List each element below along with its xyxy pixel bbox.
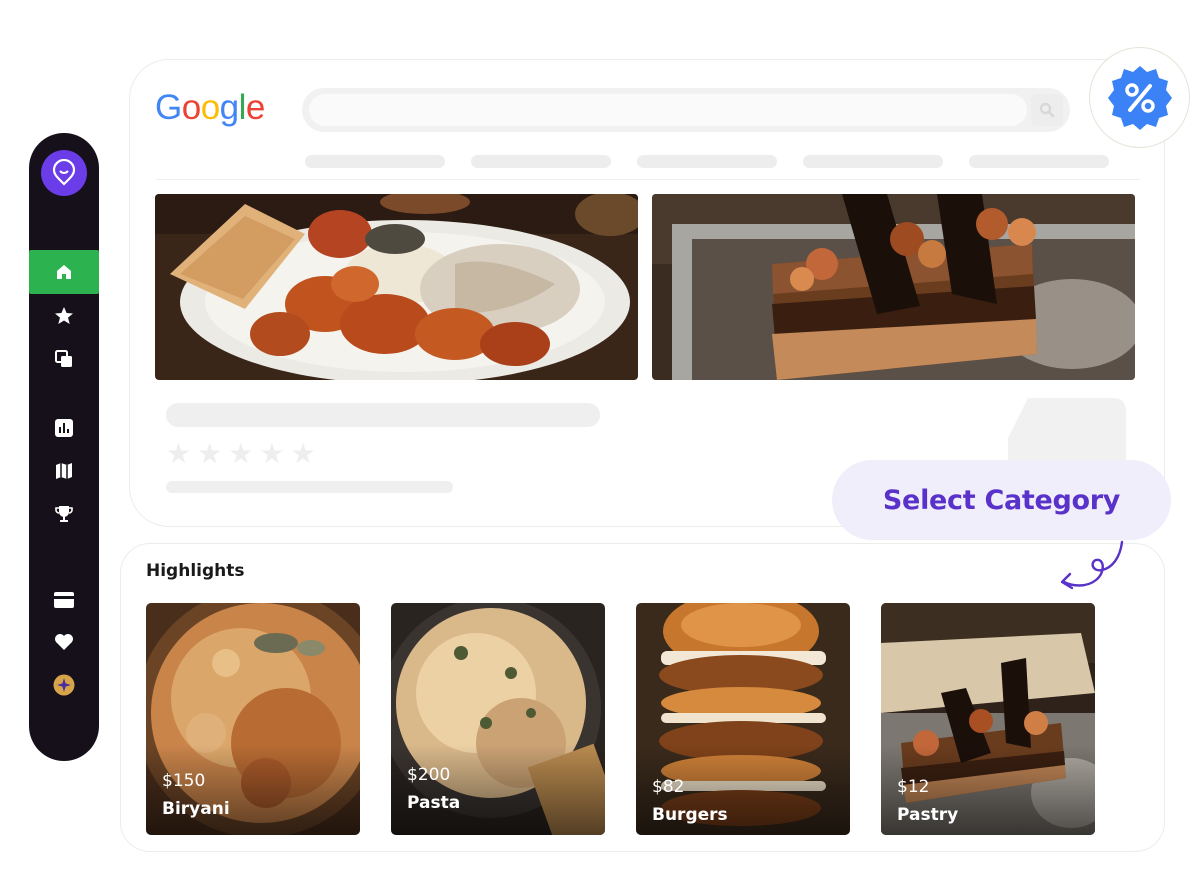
sidebar bbox=[29, 133, 99, 761]
highlight-tile[interactable]: $150 Biryani bbox=[146, 603, 360, 835]
percent-badge-icon bbox=[1107, 65, 1172, 130]
highlight-tile[interactable]: $82 Burgers bbox=[636, 603, 850, 835]
discount-badge[interactable] bbox=[1089, 47, 1190, 148]
tile-price: $150 bbox=[162, 771, 206, 791]
results-tab-placeholder[interactable] bbox=[969, 155, 1109, 168]
curly-arrow-icon bbox=[1060, 540, 1124, 590]
logo-letter: l bbox=[238, 88, 247, 127]
results-tab-placeholder[interactable] bbox=[471, 155, 611, 168]
home-icon bbox=[57, 265, 71, 279]
star-icon: ★ bbox=[197, 437, 223, 470]
results-tab-placeholder[interactable] bbox=[305, 155, 445, 168]
card-icon bbox=[54, 592, 74, 608]
logo-letter: G bbox=[155, 88, 182, 127]
sidebar-item-analytics[interactable] bbox=[29, 406, 99, 450]
tile-overlay bbox=[391, 745, 605, 835]
tile-name: Biryani bbox=[162, 799, 230, 819]
title-placeholder bbox=[166, 403, 600, 427]
star-icon: ★ bbox=[166, 437, 192, 470]
sidebar-item-liked[interactable] bbox=[29, 620, 99, 664]
tile-name: Burgers bbox=[652, 805, 728, 825]
select-category-label: Select Category bbox=[882, 484, 1121, 516]
search-icon bbox=[1039, 102, 1055, 118]
search-input[interactable] bbox=[309, 94, 1027, 126]
results-tab-placeholder[interactable] bbox=[637, 155, 777, 168]
sidebar-item-home[interactable] bbox=[29, 250, 99, 294]
location-pin-logo-icon[interactable] bbox=[41, 150, 87, 196]
logo-letter: o bbox=[181, 88, 201, 127]
trophy-icon bbox=[55, 506, 73, 522]
divider bbox=[156, 179, 1140, 180]
highlight-tile[interactable]: $12 Pastry bbox=[881, 603, 1095, 835]
logo-letter: o bbox=[200, 88, 220, 127]
search-bar bbox=[302, 88, 1070, 132]
grilled-chicken-platter-image[interactable] bbox=[155, 194, 638, 380]
tile-name: Pastry bbox=[897, 805, 959, 825]
highlights-title: Highlights bbox=[146, 561, 245, 581]
logo-letter: g bbox=[219, 88, 239, 127]
search-result-card: Google ★ ★ ★ ★ ★ bbox=[129, 59, 1165, 527]
results-tab-placeholder[interactable] bbox=[803, 155, 943, 168]
sparkle-badge-icon bbox=[53, 674, 75, 696]
sidebar-item-copy[interactable] bbox=[29, 337, 99, 381]
copy-icon bbox=[55, 350, 72, 367]
sidebar-item-premium[interactable] bbox=[29, 663, 99, 707]
highlights-card: Highlights $150 Biryani $200 Pasta $82 B… bbox=[120, 543, 1165, 852]
placeholder-shape bbox=[1008, 398, 1126, 466]
bar-chart-icon bbox=[55, 419, 73, 437]
sidebar-item-payment[interactable] bbox=[29, 578, 99, 622]
sidebar-item-favorites[interactable] bbox=[29, 294, 99, 338]
search-button[interactable] bbox=[1031, 94, 1063, 126]
tile-price: $12 bbox=[897, 777, 930, 797]
heart-icon bbox=[55, 634, 73, 650]
chocolate-pastry-image[interactable] bbox=[652, 194, 1135, 380]
star-icon bbox=[55, 307, 73, 324]
tile-price: $82 bbox=[652, 777, 685, 797]
description-placeholder bbox=[166, 481, 453, 493]
logo-letter: e bbox=[245, 88, 265, 127]
star-icon: ★ bbox=[290, 437, 316, 470]
tile-price: $200 bbox=[407, 765, 451, 785]
tile-name: Pasta bbox=[407, 793, 461, 813]
rating-stars: ★ ★ ★ ★ ★ bbox=[166, 440, 316, 468]
star-icon: ★ bbox=[259, 437, 285, 470]
google-logo: Google bbox=[155, 88, 265, 128]
highlight-tile[interactable]: $200 Pasta bbox=[391, 603, 605, 835]
sidebar-item-map[interactable] bbox=[29, 449, 99, 493]
sidebar-item-awards[interactable] bbox=[29, 492, 99, 536]
star-icon: ★ bbox=[228, 437, 254, 470]
map-icon bbox=[56, 463, 72, 479]
select-category-button[interactable]: Select Category bbox=[832, 460, 1171, 540]
